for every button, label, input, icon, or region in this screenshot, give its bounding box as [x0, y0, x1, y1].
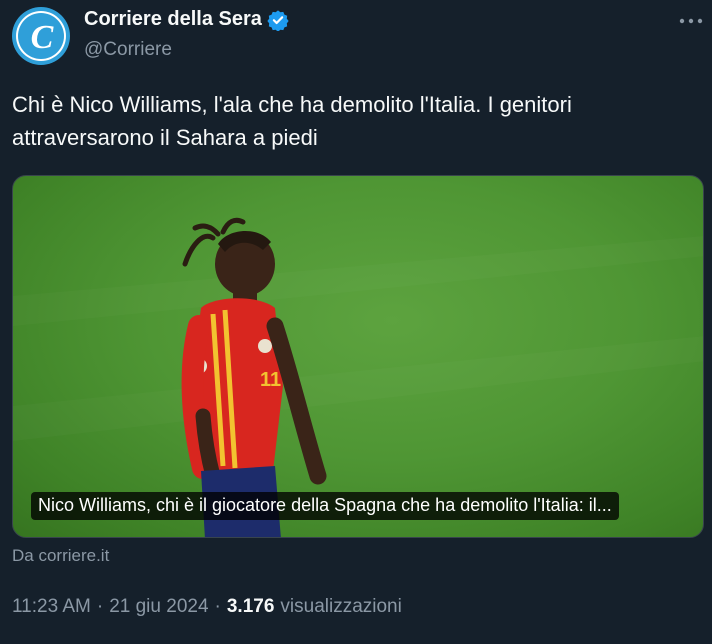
views-label: visualizzazioni [280, 596, 402, 617]
avatar[interactable]: C [12, 7, 70, 65]
views-count: 3.176 [226, 596, 275, 617]
card-photo: 11 [181, 217, 327, 537]
tweet-time[interactable]: 11:23 AM · 21 giu 2024 [12, 596, 209, 618]
author-display-name[interactable]: Corriere della Sera [84, 8, 289, 31]
date-text: 21 giu 2024 [109, 596, 209, 617]
author-handle[interactable]: @Corriere [84, 39, 172, 61]
avatar-letter: C [31, 19, 54, 56]
time-text: 11:23 AM [12, 596, 91, 617]
card-caption: Nico Williams, chi è il giocatore della … [31, 492, 619, 520]
more-options-button[interactable] [676, 8, 706, 34]
display-name-text: Corriere della Sera [84, 8, 262, 30]
corriere-logo-icon: C [16, 11, 66, 61]
link-card[interactable]: 11 Nico Williams, chi è il giocatore del… [12, 175, 704, 538]
link-source[interactable]: Da corriere.it [12, 546, 109, 566]
verified-badge-icon [267, 9, 289, 31]
tweet-text: Chi è Nico Williams, l'ala che ha demoli… [12, 92, 572, 150]
tweet-meta: 11:23 AM · 21 giu 2024 · 3.176 visualizzaz… [12, 596, 402, 618]
meta-separator-2: · [214, 596, 221, 617]
jersey-number: 11 [260, 369, 281, 391]
more-horizontal-icon [679, 18, 703, 24]
meta-separator: · [96, 596, 104, 617]
